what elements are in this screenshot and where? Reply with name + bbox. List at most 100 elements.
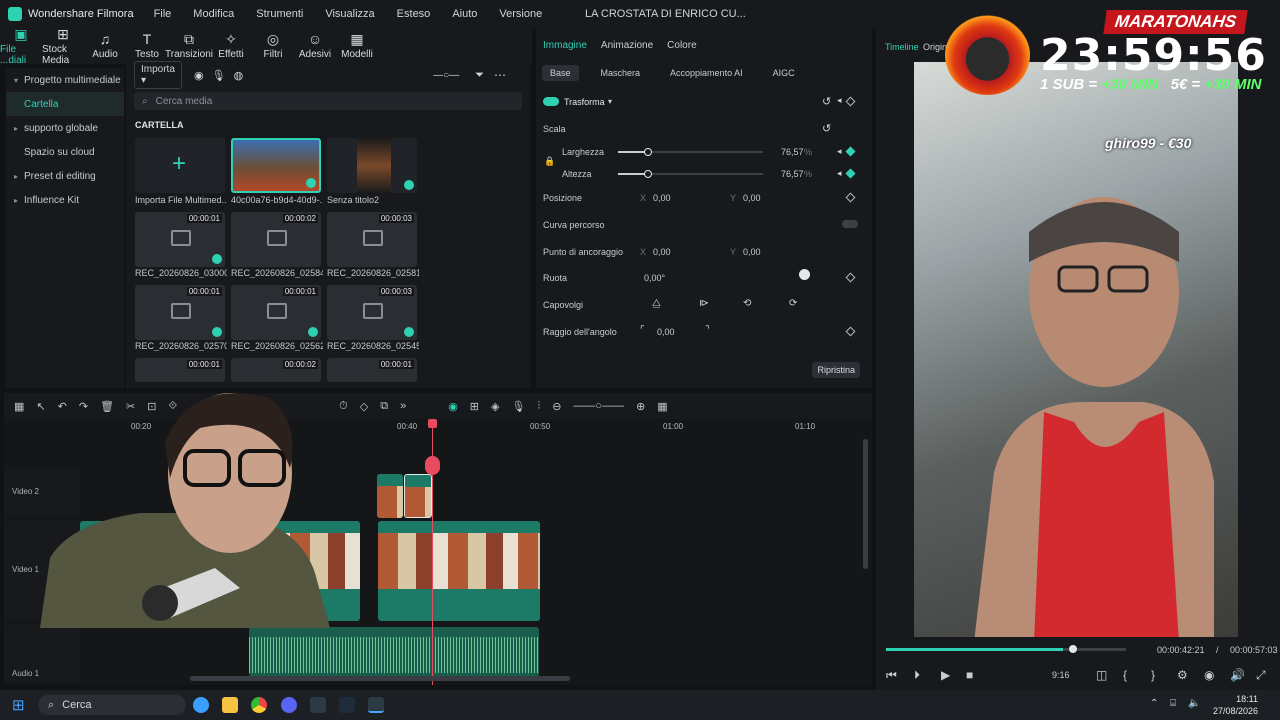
toolbar-text[interactable]: T Testo bbox=[126, 28, 168, 64]
mark-out-icon[interactable]: } bbox=[1151, 668, 1155, 682]
chrome-icon[interactable] bbox=[251, 697, 267, 713]
sidebar-item-global-support[interactable]: ▸ supporto globale bbox=[6, 116, 124, 140]
zoom-in-icon[interactable]: ⊕ bbox=[636, 400, 645, 413]
playhead[interactable] bbox=[428, 419, 437, 685]
keyframe-icon[interactable] bbox=[845, 146, 856, 157]
fullscreen-icon[interactable]: ⤢ bbox=[1256, 668, 1266, 683]
play-icon[interactable]: ▶ bbox=[941, 668, 950, 682]
tab-origin-preview[interactable]: Origin bbox=[923, 42, 947, 52]
rotate-dial[interactable] bbox=[799, 269, 810, 280]
audio-1-clip[interactable] bbox=[249, 627, 539, 677]
width-slider-knob[interactable] bbox=[644, 148, 652, 156]
height-slider-knob[interactable] bbox=[644, 170, 652, 178]
subtab-aigc[interactable]: AIGC bbox=[765, 65, 803, 81]
media-thumbnail[interactable]: 00:00:01 bbox=[231, 285, 321, 340]
sidebar-item-project-media[interactable]: ▾ Progetto multimediale bbox=[6, 68, 124, 92]
system-clock[interactable]: 18:11 27/08/2026 bbox=[1213, 693, 1258, 717]
media-thumbnail[interactable]: 00:00:03 bbox=[327, 285, 417, 340]
toolbar-stickers[interactable]: ☺ Adesivi bbox=[294, 28, 336, 64]
rotate-input[interactable]: 0,00° bbox=[644, 273, 665, 283]
marker-icon[interactable]: ◈ bbox=[491, 400, 499, 413]
rotate-left-icon[interactable]: ⟲ bbox=[743, 298, 751, 309]
keyframe-nav-icon[interactable]: ◂ bbox=[837, 146, 842, 157]
flip-vertical-icon[interactable]: ⧐ bbox=[699, 298, 709, 309]
aspect-ratio-dropdown[interactable]: 9:16 bbox=[1052, 670, 1070, 680]
filmora-active-icon[interactable] bbox=[368, 697, 384, 713]
rotate-right-icon[interactable]: ⟳ bbox=[789, 298, 797, 309]
sidebar-item-influence-kit[interactable]: ▸ Influence Kit bbox=[6, 188, 124, 212]
tray-chevron-icon[interactable]: ⌃ bbox=[1150, 698, 1158, 709]
layout-icon[interactable]: ▦ bbox=[14, 400, 24, 413]
flip-horizontal-icon[interactable]: ⧋ bbox=[652, 298, 661, 309]
playhead-handle[interactable] bbox=[428, 419, 437, 428]
record-icon[interactable]: ◉ bbox=[194, 69, 204, 82]
keyframe-icon[interactable] bbox=[845, 326, 856, 337]
toolbar-transitions[interactable]: ⧉ Transizioni bbox=[165, 28, 213, 64]
timeline-zoom-slider[interactable]: ——○—— bbox=[573, 400, 624, 412]
video-2-clip[interactable] bbox=[377, 474, 403, 518]
media-thumbnail[interactable]: 00:00:01 bbox=[327, 358, 417, 382]
menu-aiuto[interactable]: Aiuto bbox=[452, 8, 477, 20]
export-clip-icon[interactable]: ⧉ bbox=[380, 400, 388, 413]
microphone-icon[interactable]: 🎙 bbox=[212, 69, 226, 82]
menu-strumenti[interactable]: Strumenti bbox=[256, 8, 303, 20]
ai-tool-icon[interactable]: ◉ bbox=[448, 400, 458, 413]
chevron-down-icon[interactable]: ▾ bbox=[608, 97, 612, 106]
menu-modifica[interactable]: Modifica bbox=[193, 8, 234, 20]
file-explorer-icon[interactable] bbox=[222, 697, 238, 713]
snapshot-icon[interactable]: ◫ bbox=[1096, 668, 1107, 682]
menu-esteso[interactable]: Esteso bbox=[397, 8, 431, 20]
media-thumbnail[interactable]: 00:00:02 bbox=[231, 212, 321, 267]
toolbar-media[interactable]: ▣ File ...diali bbox=[0, 27, 42, 66]
media-search-input[interactable]: ⌕ Cerca media bbox=[134, 92, 522, 110]
keyframe-icon[interactable] bbox=[845, 272, 856, 283]
toolbar-effects[interactable]: ✧ Effetti bbox=[210, 28, 252, 64]
more-tools-icon[interactable]: » bbox=[400, 400, 406, 412]
davinci-icon[interactable] bbox=[339, 697, 355, 713]
corner-radius-input[interactable]: 0,00 bbox=[657, 327, 675, 337]
tab-image[interactable]: Immagine bbox=[543, 40, 587, 51]
width-slider[interactable] bbox=[618, 148, 763, 156]
subtab-ai-matching[interactable]: Accoppiamento AI bbox=[662, 65, 751, 81]
height-value[interactable]: 76,57 bbox=[781, 169, 804, 179]
keyframe-nav-icon[interactable]: ◂ bbox=[837, 168, 842, 179]
camera-icon[interactable]: ◉ bbox=[1204, 668, 1214, 682]
media-thumbnail-pizza[interactable] bbox=[231, 138, 321, 193]
lock-icon[interactable]: 🔒 bbox=[544, 156, 555, 167]
zoom-slider-icon[interactable]: —○— bbox=[433, 70, 459, 81]
keyframe-tool-icon[interactable]: ◇ bbox=[360, 400, 368, 413]
media-thumbnail[interactable]: 00:00:01 bbox=[135, 285, 225, 340]
filter-funnel-icon[interactable]: ⏷ bbox=[475, 69, 484, 82]
more-options-icon[interactable]: ⋯ bbox=[494, 68, 506, 82]
keyframe-nav-icon[interactable]: ◂ bbox=[837, 95, 842, 106]
mark-in-icon[interactable]: { bbox=[1123, 668, 1127, 682]
position-y-input[interactable]: 0,00 bbox=[743, 193, 761, 203]
path-curve-toggle[interactable] bbox=[842, 220, 858, 228]
width-value[interactable]: 76,57 bbox=[781, 147, 804, 157]
anchor-y-input[interactable]: 0,00 bbox=[743, 247, 761, 257]
toolbar-templates[interactable]: ▦ Modelli bbox=[336, 28, 378, 64]
tab-timeline-preview[interactable]: Timeline bbox=[885, 42, 919, 52]
reset-button[interactable]: Ripristina bbox=[812, 362, 860, 378]
timer-icon[interactable]: ⏱ bbox=[339, 400, 348, 413]
import-dropdown[interactable]: Importa ▾ bbox=[134, 61, 182, 89]
tab-color[interactable]: Colore bbox=[667, 40, 696, 51]
reset-icon[interactable]: ↺ bbox=[822, 122, 831, 135]
previous-frame-icon[interactable]: ⏮ bbox=[886, 668, 897, 683]
speaker-icon[interactable]: 🔈 bbox=[1188, 698, 1200, 709]
taskbar-search[interactable]: ⌕ Cerca bbox=[38, 695, 186, 715]
import-media-tile[interactable]: + bbox=[135, 138, 225, 193]
media-thumbnail-title[interactable] bbox=[327, 138, 417, 193]
zoom-out-icon[interactable]: ⊖ bbox=[552, 400, 561, 413]
menu-versione[interactable]: Versione bbox=[499, 8, 542, 20]
menu-visualizza[interactable]: Visualizza bbox=[325, 8, 374, 20]
toolbar-filters[interactable]: ◎ Filtri bbox=[252, 28, 294, 64]
video-2-clip-selected[interactable] bbox=[404, 474, 432, 518]
subtab-base[interactable]: Base bbox=[542, 65, 579, 81]
sidebar-item-cloud[interactable]: Spazio su cloud bbox=[6, 140, 124, 164]
keyframe-icon[interactable] bbox=[845, 192, 856, 203]
keyframe-icon[interactable] bbox=[845, 96, 856, 107]
timeline-vertical-scrollbar[interactable] bbox=[863, 439, 868, 569]
transform-toggle[interactable] bbox=[543, 97, 559, 106]
video-1-clip[interactable] bbox=[378, 521, 540, 621]
